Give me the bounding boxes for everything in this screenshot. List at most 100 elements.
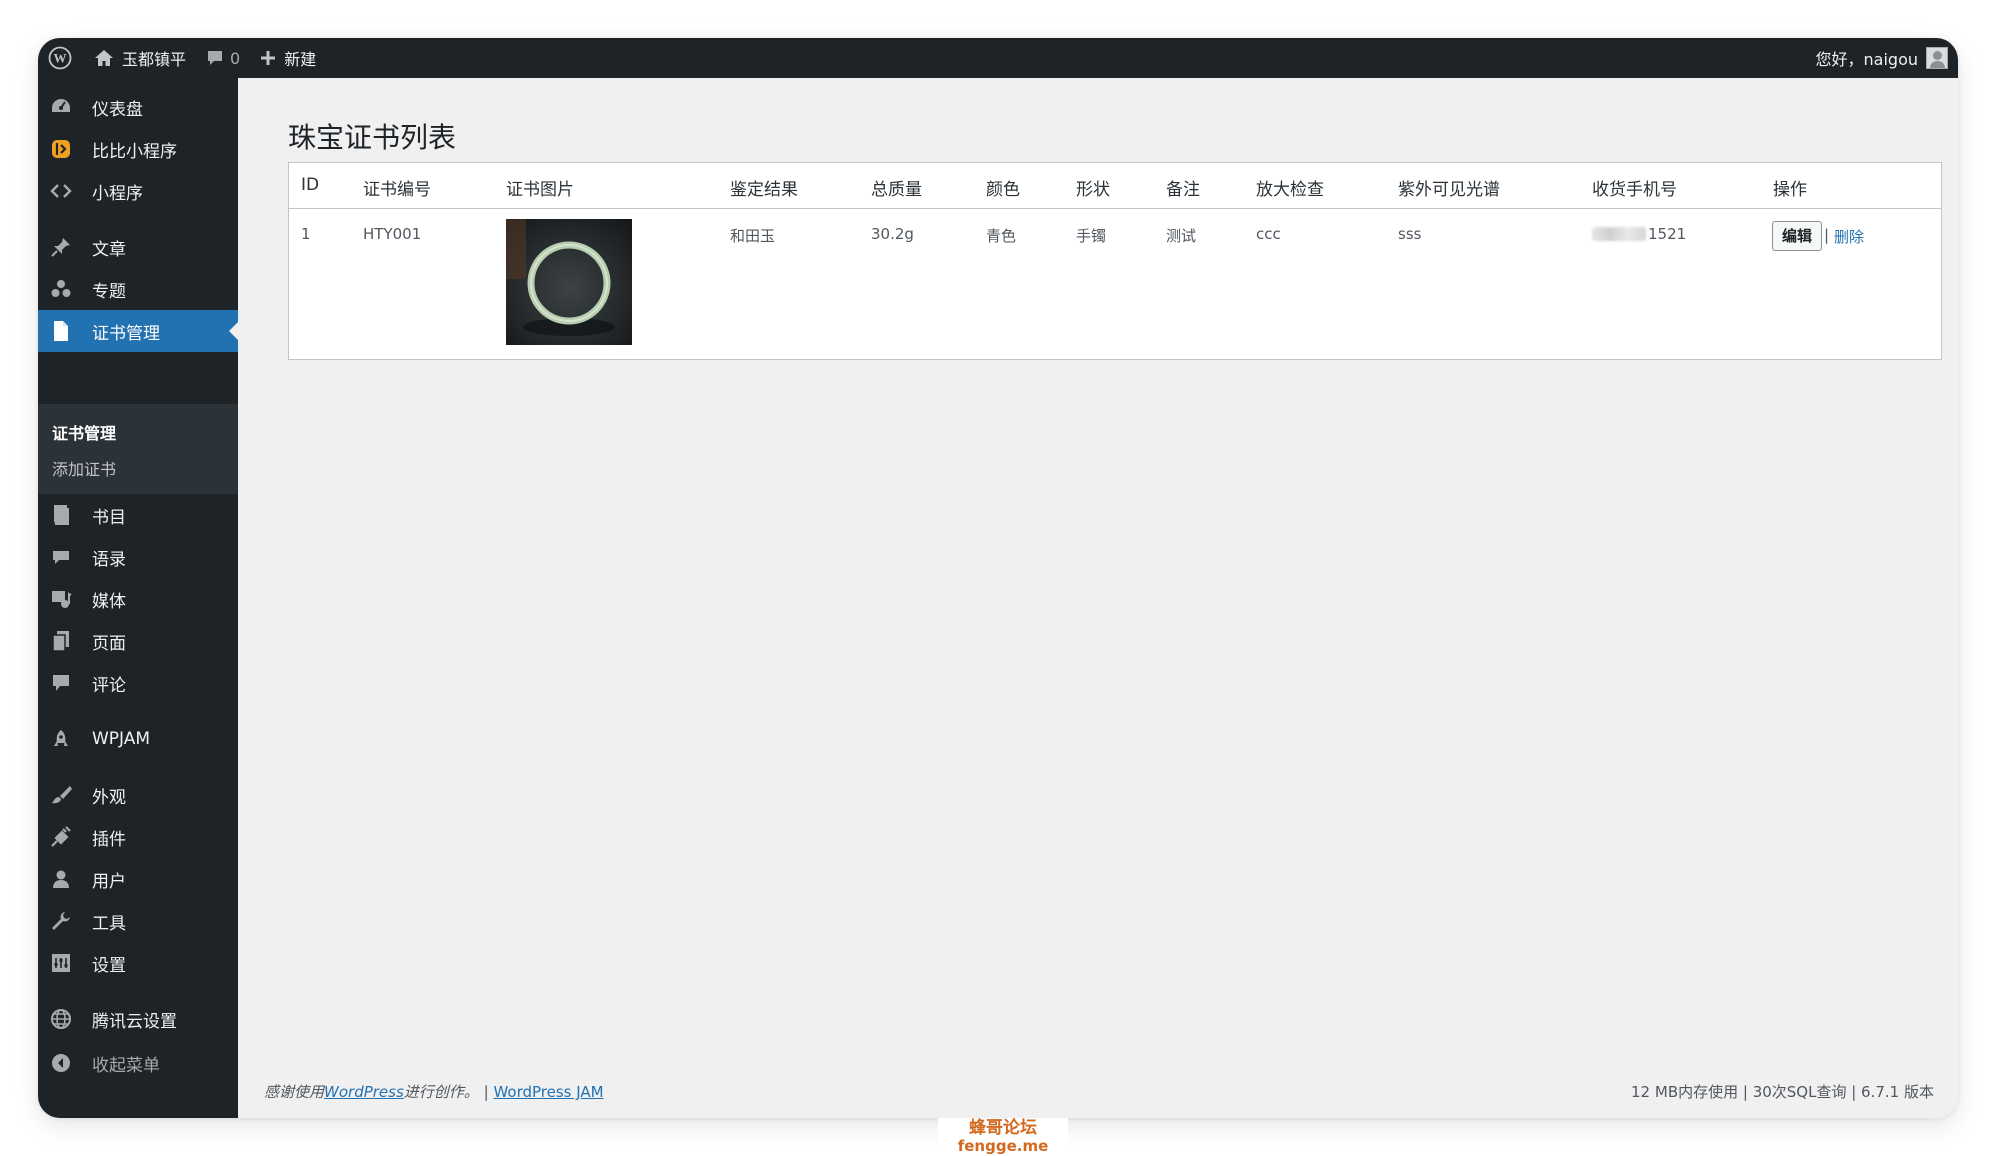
sidebar-item-label: 媒体 [92,591,126,612]
column-header: 证书编号 [363,180,431,200]
my-account-link[interactable]: 您好，naigou [1806,38,1958,78]
column-header: 颜色 [986,180,1020,200]
avatar [1926,47,1948,69]
footer-thanks-suffix: 进行创作。 [403,1083,479,1101]
browser-window: W 玉都镇平 0 新建 您好，naigou 仪表盘 比比小程序 小程序 文章 专… [38,38,1958,1118]
sidebar-item-label: 比比小程序 [92,141,177,162]
user-icon [48,866,74,892]
column-header: 鉴定结果 [730,180,798,200]
column-header: 形状 [1076,180,1110,200]
table-header: ID 证书编号 证书图片 鉴定结果 总质量 颜色 形状 备注 放大检查 紫外可见… [289,163,1941,209]
pages-icon [48,628,74,654]
bibi-miniprogram-icon [48,136,74,162]
sidebar-item-users[interactable]: 用户 [38,858,238,900]
site-name-link[interactable]: 玉都镇平 [84,38,196,78]
sidebar-item-label: 页面 [92,633,126,654]
sidebar-item-label: 评论 [92,675,126,696]
new-content-link[interactable]: 新建 [250,38,326,78]
column-header: 总质量 [871,180,922,200]
settings-icon [48,950,74,976]
greeting: 您好，naigou [1815,50,1918,69]
sidebar-item-wpjam[interactable]: WPJAM [38,718,238,760]
submenu-item-certificates[interactable]: 证书管理 [52,420,116,444]
cell-cert-no: HTY001 [363,225,422,243]
wordpress-jam-link[interactable]: WordPress JAM [493,1083,603,1101]
sidebar-item-comments[interactable]: 评论 [38,662,238,704]
column-header: 备注 [1166,180,1200,200]
sidebar-item-label: 插件 [92,829,126,850]
submenu-item-add-certificate[interactable]: 添加证书 [52,456,116,480]
collapse-menu-button[interactable]: 收起菜单 [38,1042,238,1084]
comment-icon [48,670,74,696]
cell-spectrum: sss [1398,225,1422,243]
delete-link[interactable]: 删除 [1834,226,1864,247]
sidebar-item-quotes[interactable]: 语录 [38,536,238,578]
page-icon [48,318,74,344]
new-label: 新建 [284,50,317,69]
sidebar-item-label: 腾讯云设置 [92,1011,177,1032]
quote-icon [48,544,74,570]
sidebar-item-label: 外观 [92,787,126,808]
comment-bubble-icon [206,49,224,67]
sidebar-item-label: WPJAM [92,729,151,749]
sidebar-item-certificates[interactable]: 证书管理 [38,310,238,352]
cell-phone: 1521 [1592,225,1686,243]
wordpress-link[interactable]: WordPress [324,1083,404,1101]
globe-icon [48,1006,74,1032]
groups-icon [48,276,74,302]
footer-thanks-prefix: 感谢使用 [264,1083,325,1101]
site-name: 玉都镇平 [122,50,187,69]
book-icon [48,502,74,528]
sidebar-item-appearance[interactable]: 外观 [38,774,238,816]
sidebar-item-tencent-cloud[interactable]: 腾讯云设置 [38,998,238,1040]
forum-watermark: 蜂哥论坛 fengge.me [938,1118,1068,1156]
action-separator: | [1824,226,1830,244]
column-header: 操作 [1773,180,1807,200]
comments-link[interactable]: 0 [196,38,250,78]
dashboard-icon [48,94,74,120]
sidebar-item-topics[interactable]: 专题 [38,268,238,310]
sidebar-item-posts[interactable]: 文章 [38,226,238,268]
certificates-table: ID 证书编号 证书图片 鉴定结果 总质量 颜色 形状 备注 放大检查 紫外可见… [288,162,1942,360]
cell-note: 测试 [1166,227,1197,245]
wordpress-logo-icon[interactable]: W [38,38,84,78]
sidebar-item-miniprogram[interactable]: 小程序 [38,170,238,212]
sidebar-item-bibi-miniprogram[interactable]: 比比小程序 [38,128,238,170]
sidebar-item-dashboard[interactable]: 仪表盘 [38,86,238,128]
plus-icon [260,50,276,66]
sidebar-item-plugins[interactable]: 插件 [38,816,238,858]
footer-stats: 12 MB内存使用 | 30次SQL查询 | 6.7.1 版本 [1631,1083,1934,1101]
sidebar-item-settings[interactable]: 设置 [38,942,238,984]
rocket-icon [48,726,74,752]
sidebar-item-label: 设置 [92,955,126,976]
sidebar-item-pages[interactable]: 页面 [38,620,238,662]
footer-credits: 感谢使用WordPress进行创作。 | WordPress JAM [264,1081,604,1102]
sidebar-item-label: 收起菜单 [92,1055,160,1076]
sidebar-item-label: 仪表盘 [92,99,143,120]
cell-shape: 手镯 [1076,227,1107,245]
edit-button[interactable]: 编辑 [1772,221,1823,251]
sidebar-item-label: 语录 [92,549,126,570]
cell-magnify: ccc [1256,225,1281,243]
svg-text:W: W [54,51,67,66]
sidebar-item-media[interactable]: 媒体 [38,578,238,620]
admin-bar: W 玉都镇平 0 新建 您好，naigou [38,38,1958,78]
sidebar-item-books[interactable]: 书目 [38,494,238,536]
sidebar-item-label: 专题 [92,281,126,302]
sidebar-item-label: 小程序 [92,183,143,204]
cell-weight: 30.2g [871,225,914,243]
column-header: 证书图片 [506,180,574,200]
main-content: 珠宝证书列表 ID 证书编号 证书图片 鉴定结果 总质量 颜色 形状 备注 放大… [238,78,1958,1118]
comments-count: 0 [230,48,241,68]
plugin-icon [48,824,74,850]
column-header: 放大检查 [1256,180,1324,200]
cell-result: 和田玉 [730,227,776,245]
sidebar-item-tools[interactable]: 工具 [38,900,238,942]
sidebar-item-label: 书目 [92,507,126,528]
footer-separator: | [483,1083,489,1101]
sidebar-item-label: 证书管理 [92,323,160,344]
watermark-line-1: 蜂哥论坛 [969,1118,1037,1138]
column-header: 紫外可见光谱 [1398,180,1500,200]
brush-icon [48,782,74,808]
watermark-line-2: fengge.me [957,1137,1049,1155]
